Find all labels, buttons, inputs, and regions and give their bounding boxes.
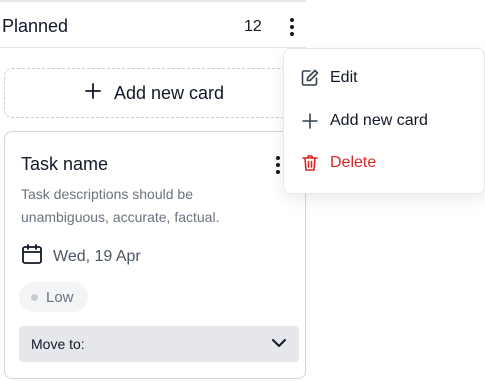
menu-item-delete[interactable]: Delete (300, 153, 376, 173)
trash-icon (300, 153, 320, 173)
calendar-icon (21, 243, 43, 270)
menu-item-add-new-card[interactable]: Add new card (300, 111, 428, 131)
priority-badge: Low (19, 282, 88, 312)
top-divider (0, 0, 306, 2)
task-title: Task name (21, 154, 109, 174)
due-date: Wed, 19 Apr (53, 247, 141, 265)
column-card-count: 12 (244, 17, 262, 35)
plus-icon (300, 111, 320, 131)
column-header: Planned 12 (0, 6, 306, 48)
edit-icon (300, 68, 320, 88)
chevron-down-icon (271, 335, 287, 353)
menu-item-label: Delete (330, 154, 377, 171)
priority-dot-icon (31, 293, 38, 301)
column-title: Planned (2, 16, 69, 36)
menu-item-label: Edit (330, 69, 358, 86)
card-options-menu: Edit Add new card Delete (283, 48, 485, 194)
menu-item-label: Add new card (330, 112, 428, 129)
plus-icon (84, 81, 102, 105)
task-description: Task descriptions should be unambiguous,… (21, 186, 220, 225)
column-more-options-icon[interactable] (286, 16, 298, 38)
add-new-card-label: Add new card (113, 82, 225, 103)
task-card[interactable]: Task name Task descriptions should be un… (4, 131, 306, 379)
move-to-select[interactable]: Move to: (19, 326, 299, 362)
add-new-card-button[interactable]: Add new card (4, 68, 304, 118)
menu-item-edit[interactable]: Edit (300, 68, 358, 88)
priority-label: Low (46, 288, 74, 306)
due-date-row: Wed, 19 Apr (21, 243, 141, 270)
move-to-label: Move to: (31, 336, 85, 352)
